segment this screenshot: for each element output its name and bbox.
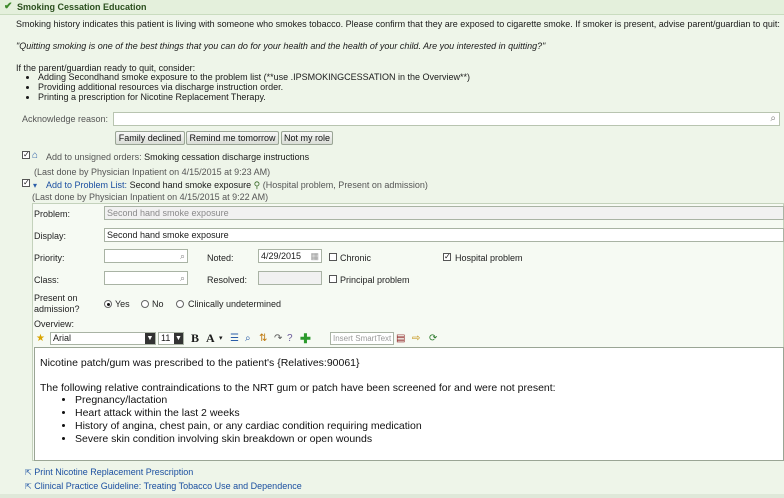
- chronic-checkbox[interactable]: [329, 253, 337, 261]
- priority-field[interactable]: ⌕: [104, 249, 188, 263]
- checkmark-icon: ✔: [4, 1, 13, 12]
- font-color-icon[interactable]: A: [206, 332, 215, 345]
- poa-yes-radio[interactable]: [104, 300, 112, 308]
- problem-checkbox[interactable]: ✓: [22, 179, 30, 187]
- hospital-problem-label: Hospital problem: [455, 253, 523, 263]
- problem-label: Problem:: [34, 209, 71, 219]
- redo-icon[interactable]: ↷: [274, 332, 282, 345]
- font-size-select[interactable]: 11 ▼: [158, 332, 184, 345]
- guideline-link[interactable]: Clinical Practice Guideline: Treating To…: [34, 481, 302, 491]
- poa-no-radio[interactable]: [141, 300, 149, 308]
- order-checkbox[interactable]: ✓: [22, 151, 30, 159]
- principal-problem-label: Principal problem: [340, 275, 410, 285]
- display-label: Display:: [34, 231, 67, 241]
- list-item: History of angina, chest pain, or any ca…: [75, 420, 422, 433]
- poa-no-label: No: [152, 299, 164, 309]
- refresh-icon[interactable]: ⟳: [429, 332, 437, 345]
- problem-name: Second hand smoke exposure: [129, 180, 252, 190]
- poa-label: Present on admission?: [34, 293, 80, 314]
- search-icon[interactable]: ⌕: [770, 113, 776, 124]
- insert-icon[interactable]: ⇅: [259, 332, 267, 345]
- editor-toolbar: ★ Arial ▼ 11 ▼ B A ▾ ☰ ⌕ ⇅ ↷ ? ✚ Insert …: [34, 331, 784, 347]
- noted-date-field[interactable]: 4/29/2015 ▦: [258, 249, 322, 263]
- chevron-down-icon[interactable]: ▾: [33, 181, 37, 190]
- search-icon[interactable]: ⌕: [180, 250, 185, 262]
- section-title: Smoking Cessation Education: [17, 2, 147, 12]
- noted-label: Noted:: [207, 253, 234, 263]
- house-icon: ⌂: [32, 150, 39, 161]
- principal-problem-checkbox[interactable]: [329, 275, 337, 283]
- problem-list-link[interactable]: Add to Problem List:: [46, 180, 127, 190]
- quote-text: "Quitting smoking is one of the best thi…: [16, 41, 546, 51]
- list-item: Severe skin condition involving skin bre…: [75, 433, 422, 446]
- font-size-value: 11: [161, 333, 171, 343]
- chronic-label: Chronic: [340, 253, 372, 263]
- order-name: Smoking cessation discharge instructions: [144, 152, 310, 162]
- list-item: Providing additional resources via disch…: [38, 82, 470, 92]
- bottom-divider: [0, 494, 784, 498]
- problem-details-icon[interactable]: ⚲: [254, 180, 261, 190]
- note-line-1: Nicotine patch/gum was prescribed to the…: [40, 357, 360, 369]
- smartlist-icon[interactable]: ▤: [396, 332, 405, 345]
- overview-editor[interactable]: Nicotine patch/gum was prescribed to the…: [34, 347, 784, 461]
- search-icon[interactable]: ⌕: [180, 272, 185, 284]
- order-prefix: Add to unsigned orders:: [46, 152, 142, 162]
- order-last-done: (Last done by Physician Inpatient on 4/1…: [34, 167, 271, 177]
- print-prescription-link[interactable]: Print Nicotine Replacement Prescription: [34, 467, 193, 477]
- guideline-link-row[interactable]: ⇱ Clinical Practice Guideline: Treating …: [25, 481, 302, 491]
- chevron-down-icon[interactable]: ▾: [219, 332, 223, 345]
- consider-list: Adding Secondhand smoke exposure to the …: [26, 72, 470, 102]
- note-line-2: The following relative contraindications…: [40, 382, 556, 394]
- help-icon[interactable]: ?: [287, 332, 293, 345]
- link-arrow-icon: ⇱: [25, 468, 32, 477]
- overview-label: Overview:: [34, 319, 75, 329]
- link-arrow-icon: ⇱: [25, 482, 32, 491]
- class-label: Class:: [34, 275, 60, 285]
- list-item: Printing a prescription for Nicotine Rep…: [38, 92, 470, 102]
- order-line: Add to unsigned orders: Smoking cessatio…: [46, 152, 309, 162]
- font-value: Arial: [53, 333, 72, 343]
- problem-suffix: (Hospital problem, Present on admission): [262, 180, 428, 190]
- family-declined-button[interactable]: Family declined: [115, 131, 185, 145]
- contraindication-list: Pregnancy/lactation Heart attack within …: [39, 394, 422, 446]
- list-item: Adding Secondhand smoke exposure to the …: [38, 72, 470, 82]
- priority-label: Priority:: [34, 253, 65, 263]
- favorite-star-icon[interactable]: ★: [36, 332, 45, 345]
- problem-line: Add to Problem List: Second hand smoke e…: [46, 180, 428, 191]
- acknowledge-label: Acknowledge reason:: [22, 114, 109, 124]
- noted-date-value: 4/29/2015: [261, 251, 302, 261]
- resolved-label: Resolved:: [207, 275, 248, 285]
- arrow-right-icon[interactable]: ⇨: [412, 332, 420, 345]
- acknowledge-reason-input[interactable]: ⌕: [113, 112, 780, 126]
- font-select[interactable]: Arial ▼: [50, 332, 156, 345]
- class-field[interactable]: ⌕: [104, 271, 188, 285]
- list-item: Heart attack within the last 2 weeks: [75, 407, 422, 420]
- add-icon[interactable]: ✚: [300, 332, 311, 345]
- display-field[interactable]: Second hand smoke exposure: [104, 228, 784, 242]
- poa-yes-label: Yes: [115, 299, 130, 309]
- calendar-icon[interactable]: ▦: [310, 250, 319, 262]
- list-item: Pregnancy/lactation: [75, 394, 422, 407]
- bold-icon[interactable]: B: [191, 332, 199, 345]
- resolved-date-field[interactable]: [258, 271, 322, 285]
- problem-field[interactable]: Second hand smoke exposure: [104, 206, 784, 220]
- chevron-down-icon[interactable]: ▼: [145, 333, 155, 344]
- problem-last-done: (Last done by Physician Inpatient on 4/1…: [32, 192, 269, 202]
- section-header[interactable]: ✔ Smoking Cessation Education: [0, 0, 784, 15]
- search-icon[interactable]: ⌕: [245, 332, 251, 345]
- bullet-list-icon[interactable]: ☰: [230, 332, 239, 345]
- chevron-down-icon[interactable]: ▼: [174, 333, 183, 344]
- intro-text: Smoking history indicates this patient i…: [16, 19, 780, 29]
- poa-undetermined-radio[interactable]: [176, 300, 184, 308]
- remind-me-tomorrow-button[interactable]: Remind me tomorrow: [186, 131, 279, 145]
- not-my-role-button[interactable]: Not my role: [281, 131, 333, 145]
- hospital-problem-checkbox[interactable]: ✓: [443, 253, 451, 261]
- smarttext-input[interactable]: Insert SmartText: [330, 332, 394, 345]
- poa-undetermined-label: Clinically undetermined: [188, 299, 282, 309]
- print-prescription-link-row[interactable]: ⇱ Print Nicotine Replacement Prescriptio…: [25, 467, 193, 477]
